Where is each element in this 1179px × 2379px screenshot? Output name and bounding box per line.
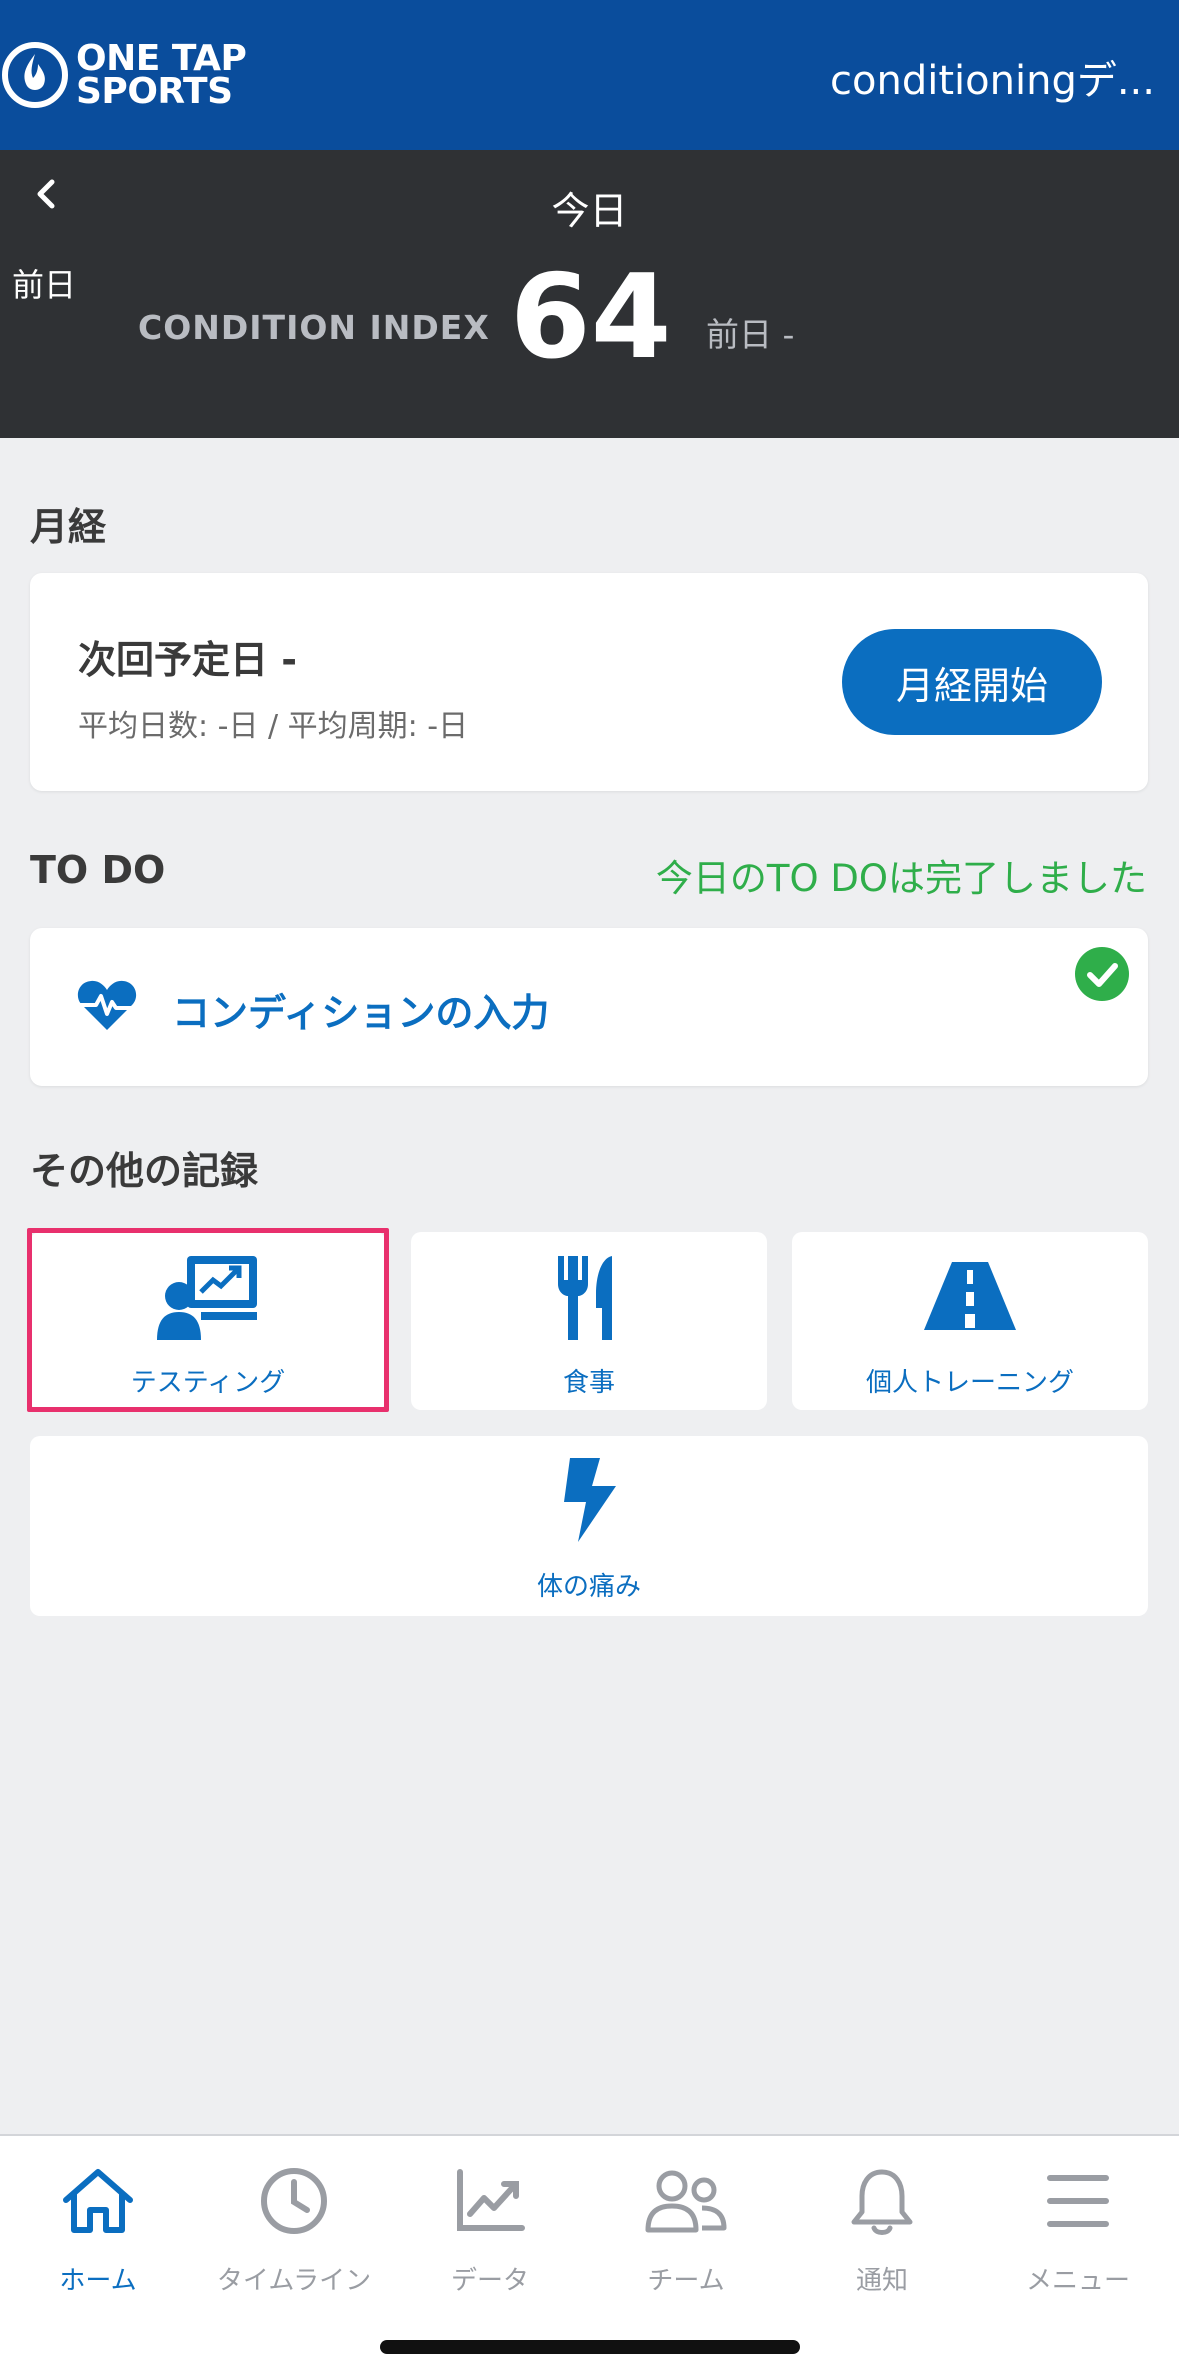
tile-testing-label: テスティング: [130, 1368, 286, 1398]
home-icon: [63, 2169, 133, 2233]
previous-index-value: 前日 -: [706, 315, 795, 354]
nav-item-team[interactable]: チーム: [588, 2166, 784, 2306]
tile-personal-training[interactable]: 個人トレーニング: [792, 1232, 1148, 1410]
home-indicator[interactable]: [380, 2340, 800, 2354]
fork-knife-icon: [558, 1256, 612, 1340]
logo-wordmark: ONE TAP SPORTS: [76, 38, 247, 112]
nav-label-notifications: 通知: [855, 2266, 908, 2296]
nav-label-team: チーム: [647, 2266, 725, 2296]
tile-meal[interactable]: 食事: [411, 1232, 767, 1410]
nav-item-data[interactable]: データ: [392, 2166, 588, 2306]
heart-pulse-icon: [77, 980, 137, 1030]
next-expected-date: 次回予定日 -: [78, 638, 298, 682]
nav-item-menu[interactable]: メニュー: [980, 2166, 1176, 2306]
tile-body-pain[interactable]: 体の痛み: [30, 1436, 1148, 1616]
previous-day-label: 前日: [12, 266, 77, 304]
todo-item-condition-input[interactable]: コンディションの入力: [30, 928, 1148, 1086]
clock-icon: [261, 2168, 327, 2234]
menstruation-section-title: 月経: [30, 505, 107, 549]
current-day-label: 今日: [551, 189, 628, 233]
tile-body-pain-label: 体の痛み: [536, 1572, 641, 1602]
condition-index-label: CONDITION INDEX: [138, 308, 490, 347]
road-icon: [924, 1262, 1016, 1330]
hamburger-menu-icon: [1047, 2175, 1109, 2227]
tile-personal-training-label: 個人トレーニング: [865, 1368, 1074, 1398]
nav-label-timeline: タイムライン: [216, 2266, 372, 2296]
nav-label-menu: メニュー: [1025, 2266, 1130, 2296]
bell-icon: [851, 2169, 913, 2235]
nav-label-data: データ: [450, 2266, 529, 2296]
todo-status: 今日のTO DOは完了しました: [655, 857, 1147, 900]
presentation-chart-icon: [157, 1256, 257, 1340]
todo-section-title: TO DO: [30, 848, 166, 892]
chart-line-icon: [457, 2169, 525, 2231]
other-records-section-title: その他の記録: [30, 1149, 259, 1193]
check-circle-icon: [1075, 947, 1129, 1001]
tile-testing[interactable]: テスティング: [30, 1232, 386, 1410]
one-tap-sports-logo: ONE TAP SPORTS: [0, 40, 260, 110]
logo-mark-icon: [2, 42, 68, 108]
tile-meal-label: 食事: [562, 1368, 615, 1398]
lightning-bolt-icon: [564, 1458, 616, 1542]
menstruation-start-button[interactable]: 月経開始: [842, 629, 1102, 735]
menstruation-card: 次回予定日 - 平均日数: -日 / 平均周期: -日 月経開始: [30, 573, 1148, 791]
nav-label-home: ホーム: [59, 2266, 137, 2296]
app-header: ONE TAP SPORTS conditioningデ...: [0, 0, 1179, 150]
average-stats: 平均日数: -日 / 平均周期: -日: [78, 709, 469, 744]
app-title[interactable]: conditioningデ...: [830, 48, 1155, 106]
nav-item-timeline[interactable]: タイムライン: [196, 2166, 392, 2306]
team-icon: [645, 2170, 727, 2233]
todo-item-label: コンディションの入力: [172, 991, 550, 1035]
nav-item-notifications[interactable]: 通知: [784, 2166, 980, 2306]
condition-index-panel: 前日 今日 CONDITION INDEX 64 前日 -: [0, 150, 1179, 438]
nav-item-home[interactable]: ホーム: [0, 2166, 196, 2306]
condition-index-value: 64: [510, 250, 672, 385]
